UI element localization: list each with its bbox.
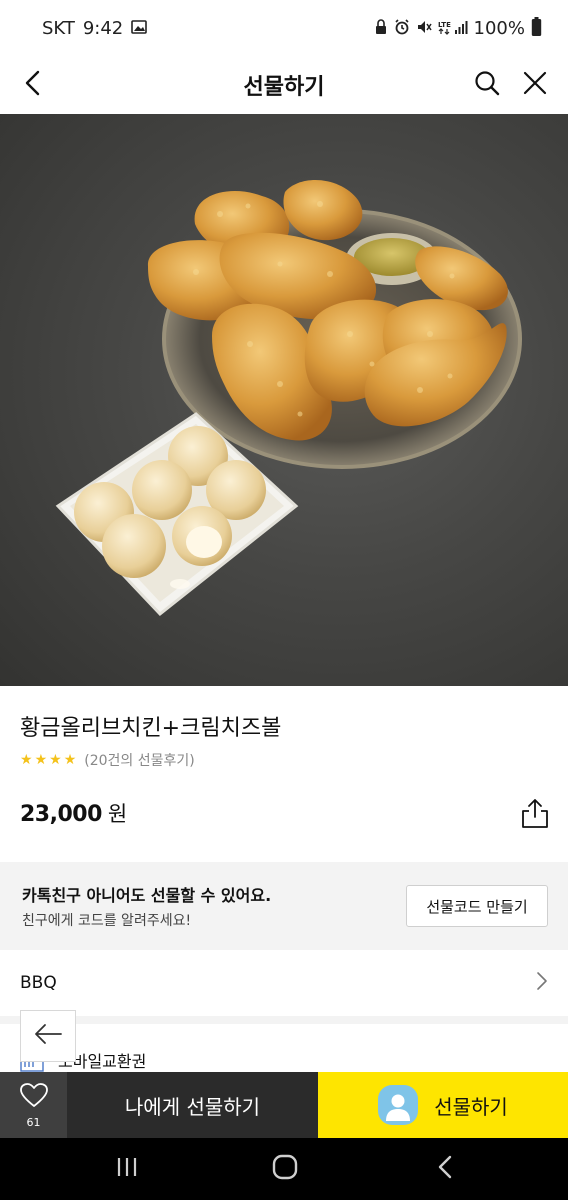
star-icon: ★ (20, 752, 33, 768)
recent-apps-icon (115, 1156, 139, 1182)
wish-count: 61 (26, 1115, 41, 1129)
friend-avatar-icon (378, 1085, 419, 1125)
brand-row[interactable]: BBQ (0, 950, 568, 1016)
battery-icon (531, 16, 542, 40)
app-header: 선물하기 (0, 56, 568, 114)
recent-apps-button[interactable] (97, 1150, 157, 1188)
system-nav-bar (0, 1138, 568, 1200)
gift-code-subtitle: 친구에게 코드를 알려주세요! (22, 913, 192, 929)
image-icon (131, 19, 148, 37)
wish-button[interactable]: 61 (0, 1072, 67, 1138)
arrow-left-icon (34, 1023, 62, 1049)
product-info: 황금올리브치킨+크림치즈볼 ★ ★ ★ ★ (20건의 선물후기) 23,000… (0, 686, 568, 862)
carrier-label: SKT (42, 17, 75, 39)
star-icon: ★ (49, 752, 62, 768)
status-bar: SKT 9:42 LTE 100% (0, 0, 568, 56)
lte-signal-icon: LTE (438, 19, 468, 38)
mute-icon (416, 19, 432, 38)
star-icon: ★ (63, 752, 77, 768)
heart-icon (19, 1082, 49, 1112)
battery-level: 100% (473, 17, 525, 39)
gift-code-title: 카톡친구 아니어도 선물할 수 있어요. (22, 886, 272, 905)
bottom-action-bar: 61 나에게 선물하기 선물하기 (0, 1072, 568, 1138)
back-arrow-icon (24, 70, 42, 100)
page-title: 선물하기 (243, 75, 325, 100)
search-button[interactable] (466, 64, 508, 106)
chevron-right-icon (536, 971, 548, 995)
close-icon (523, 71, 547, 99)
svg-text:LTE: LTE (438, 21, 451, 29)
floating-back-button[interactable] (20, 1010, 76, 1062)
price-value: 23,000 (20, 802, 102, 827)
back-button[interactable] (12, 64, 54, 106)
brand-name: BBQ (20, 973, 57, 993)
send-gift-label: 선물하기 (434, 1094, 508, 1119)
product-name: 황금올리브치킨+크림치즈볼 (20, 716, 282, 741)
alarm-icon (394, 18, 410, 38)
section-divider (0, 1016, 568, 1024)
share-icon (520, 797, 550, 833)
search-icon (474, 70, 500, 100)
home-button[interactable] (255, 1150, 315, 1188)
share-button[interactable] (516, 796, 554, 834)
clock: 9:42 (82, 17, 124, 39)
gift-to-self-button[interactable]: 나에게 선물하기 (67, 1072, 318, 1138)
gift-code-banner: 카톡친구 아니어도 선물할 수 있어요. 친구에게 코드를 알려주세요! 선물코… (0, 862, 568, 950)
create-gift-code-button[interactable]: 선물코드 만들기 (406, 885, 548, 927)
lock-icon (374, 18, 388, 38)
close-button[interactable] (514, 64, 556, 106)
home-icon (272, 1154, 298, 1184)
rating[interactable]: ★ ★ ★ ★ (20건의 선물후기) (20, 750, 195, 770)
system-back-icon (438, 1155, 452, 1183)
price-unit: 원 (107, 802, 127, 826)
voucher-row: 모바일교환권 (0, 1024, 568, 1072)
review-count[interactable]: (20건의 선물후기) (84, 750, 194, 770)
send-gift-button[interactable]: 선물하기 (318, 1072, 568, 1138)
star-icon: ★ (34, 752, 48, 768)
product-image (0, 114, 568, 686)
system-back-button[interactable] (415, 1150, 475, 1188)
price: 23,000 원 (20, 798, 127, 828)
